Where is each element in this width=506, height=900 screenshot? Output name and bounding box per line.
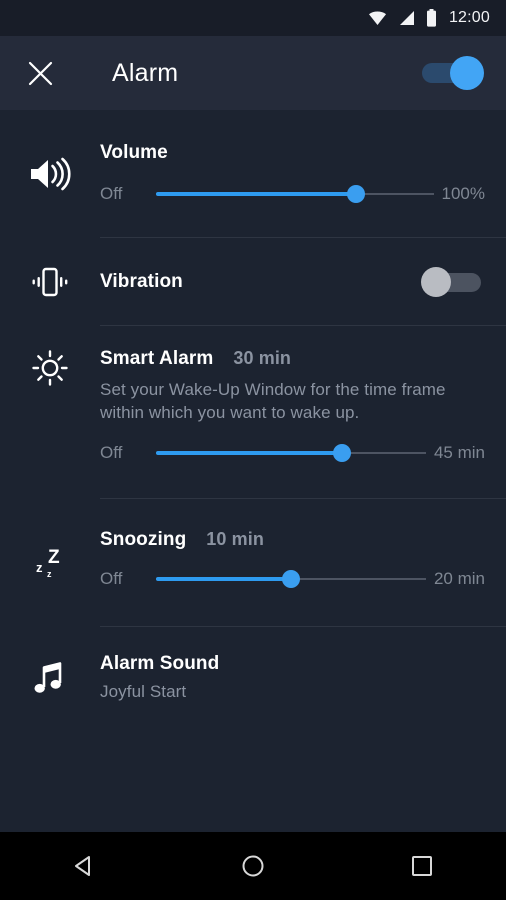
row-title-line: Smart Alarm 30 min <box>100 348 485 370</box>
phone-screen: 12:00 Alarm Volume Off 100% Vibration Sm… <box>0 0 506 900</box>
volume-up-icon <box>0 110 100 238</box>
status-clock: 12:00 <box>448 9 490 26</box>
setting-row-snoozing[interactable]: Z z z Snoozing 10 min Off 20 min <box>0 499 506 627</box>
row-title-line: Volume <box>100 142 485 164</box>
slider-track[interactable] <box>156 441 426 465</box>
svg-text:z: z <box>47 569 52 579</box>
cellular-signal-icon <box>398 10 415 26</box>
battery-icon <box>426 9 437 27</box>
row-title-line: Alarm Sound <box>100 653 485 675</box>
slider-track[interactable] <box>156 567 426 591</box>
slider-max-label: 100% <box>441 184 485 203</box>
slider-min-label: Off <box>100 443 123 462</box>
row-title: Alarm Sound <box>100 653 220 674</box>
svg-text:z: z <box>36 560 43 575</box>
app-bar: Alarm <box>0 36 506 110</box>
svg-text:Z: Z <box>48 547 60 568</box>
toggle-thumb <box>450 56 484 90</box>
slider-thumb[interactable] <box>281 570 300 588</box>
brightness-sun-icon <box>0 326 100 410</box>
slider-max-label: 20 min <box>433 569 485 588</box>
row-subtitle: Joyful Start <box>100 682 187 701</box>
slider-min-label: Off <box>100 569 123 588</box>
slider-fill <box>156 577 291 581</box>
row-value: 10 min <box>206 529 264 549</box>
settings-list: Volume Off 100% Vibration Smart Alarm 30… <box>0 110 506 832</box>
slider-min-label: Off <box>100 184 123 203</box>
slider-thumb[interactable] <box>333 444 352 462</box>
vibration-icon <box>0 238 100 326</box>
setting-row-smart-alarm[interactable]: Smart Alarm 30 min Set your Wake-Up Wind… <box>0 326 506 499</box>
setting-row-vibration[interactable]: Vibration <box>0 238 506 326</box>
row-title-line: Snoozing 10 min <box>100 529 485 551</box>
slider-thumb[interactable] <box>346 185 365 203</box>
home-circle-icon[interactable] <box>208 832 298 900</box>
page-title: Alarm <box>112 58 179 87</box>
snooze-zzz-icon: Z z z <box>0 499 100 627</box>
row-title: Smart Alarm <box>100 348 214 369</box>
row-subtitle: Set your Wake-Up Window for the time fra… <box>100 380 446 422</box>
slider-track[interactable] <box>156 182 434 206</box>
row-title: Snoozing <box>100 529 187 550</box>
close-icon[interactable] <box>12 45 68 101</box>
recents-square-icon[interactable] <box>377 832 467 900</box>
android-navigation-bar <box>0 832 506 900</box>
setting-row-alarm-sound[interactable]: Alarm Sound Joyful Start <box>0 627 506 731</box>
row-value: 30 min <box>233 348 292 368</box>
slider-fill <box>156 451 343 455</box>
slider-fill <box>156 192 356 196</box>
row-title: Volume <box>100 142 168 163</box>
smart-alarm-slider[interactable]: Off 45 min <box>100 438 485 468</box>
back-triangle-icon[interactable] <box>39 832 129 900</box>
volume-slider[interactable]: Off 100% <box>100 179 485 209</box>
row-title: Vibration <box>100 271 183 292</box>
status-bar: 12:00 <box>0 0 506 36</box>
alarm-master-toggle[interactable] <box>422 56 484 90</box>
toggle-thumb <box>421 267 451 297</box>
vibration-toggle[interactable] <box>421 267 481 297</box>
music-note-icon <box>0 627 100 731</box>
snoozing-slider[interactable]: Off 20 min <box>100 564 485 594</box>
setting-row-volume[interactable]: Volume Off 100% <box>0 110 506 238</box>
slider-max-label: 45 min <box>433 443 485 462</box>
wifi-icon <box>368 10 387 26</box>
